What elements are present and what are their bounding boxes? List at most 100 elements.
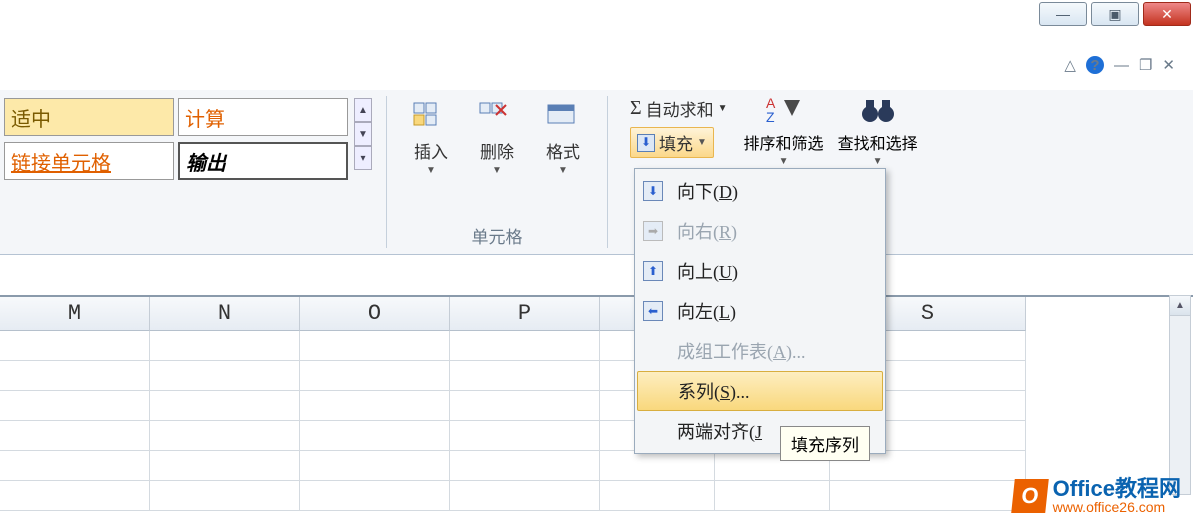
window-restore-icon[interactable]: ❐ xyxy=(1139,56,1152,74)
help-icon[interactable]: ? xyxy=(1086,56,1104,74)
cell[interactable] xyxy=(0,451,150,481)
cell[interactable] xyxy=(0,421,150,451)
watermark-url: www.office26.com xyxy=(1053,500,1181,515)
dropdown-arrow-icon: ▼ xyxy=(873,156,883,167)
insert-button[interactable]: 插入 ▼ xyxy=(405,94,457,178)
cell[interactable] xyxy=(0,361,150,391)
dropdown-arrow-icon: ▼ xyxy=(697,137,707,148)
fill-down-icon: ⬇ xyxy=(637,134,655,152)
blank-icon xyxy=(644,381,664,401)
cell[interactable] xyxy=(300,451,450,481)
fill-label: 填充 xyxy=(659,130,693,155)
maximize-button[interactable]: ▣ xyxy=(1091,2,1139,26)
cell[interactable] xyxy=(715,481,830,511)
cell[interactable] xyxy=(150,361,300,391)
ribbon-collapse-icon[interactable]: △ xyxy=(1064,56,1076,74)
cells-group: 插入 ▼ 删除 ▼ 格式 ▼ 单元格 xyxy=(397,90,597,254)
arrow-down-icon: ⬇ xyxy=(643,181,663,201)
cell[interactable] xyxy=(450,331,600,361)
window-close-icon[interactable]: ✕ xyxy=(1162,56,1175,74)
watermark-brand-zh: 教程网 xyxy=(1115,476,1181,501)
style-calculation[interactable]: 计算 xyxy=(178,98,348,136)
cell[interactable] xyxy=(300,421,450,451)
column-header[interactable]: P xyxy=(450,297,600,331)
format-button[interactable]: 格式 ▼ xyxy=(537,94,589,178)
column-headers: MNOPS xyxy=(0,297,1193,331)
cell[interactable] xyxy=(600,451,715,481)
gallery-down-icon[interactable]: ▼ xyxy=(354,122,372,146)
sort-filter-label: 排序和筛选 xyxy=(744,130,824,154)
minimize-button[interactable]: — xyxy=(1039,2,1087,26)
cell[interactable] xyxy=(300,481,450,511)
dropdown-arrow-icon: ▼ xyxy=(492,165,502,176)
cell[interactable] xyxy=(150,481,300,511)
close-button[interactable]: ✕ xyxy=(1143,2,1191,26)
format-cells-icon xyxy=(541,96,585,136)
table-row xyxy=(0,391,1193,421)
autosum-button[interactable]: Σ 自动求和 ▼ xyxy=(626,94,732,123)
cell[interactable] xyxy=(300,331,450,361)
watermark-logo: O xyxy=(1011,479,1049,513)
blank-icon xyxy=(643,341,663,361)
sort-filter-icon: AZ xyxy=(762,92,806,128)
find-select-label: 查找和选择 xyxy=(838,130,918,154)
scroll-up-icon[interactable]: ▲ xyxy=(1170,296,1190,316)
fill-across-worksheets-item: 成组工作表(A)... xyxy=(637,331,883,371)
cell[interactable] xyxy=(450,481,600,511)
cell[interactable] xyxy=(450,421,600,451)
watermark-brand-en: Office xyxy=(1053,476,1115,501)
fill-button[interactable]: ⬇ 填充 ▼ xyxy=(630,127,714,158)
ribbon-help-row: △ ? — ❐ ✕ xyxy=(1064,56,1175,74)
cell[interactable] xyxy=(0,331,150,361)
window-minimize-icon[interactable]: — xyxy=(1114,57,1129,74)
cell[interactable] xyxy=(150,391,300,421)
table-row xyxy=(0,421,1193,451)
cell[interactable] xyxy=(450,391,600,421)
arrow-left-icon: ⬅ xyxy=(643,301,663,321)
cells-group-label: 单元格 xyxy=(472,223,523,252)
gallery-scroll-buttons: ▲ ▼ ▾ xyxy=(354,98,372,170)
fill-series-item[interactable]: 系列(S)... xyxy=(637,371,883,411)
svg-text:Z: Z xyxy=(766,109,775,125)
fill-left-item[interactable]: ⬅ 向左(L) xyxy=(637,291,883,331)
cell[interactable] xyxy=(150,451,300,481)
arrow-up-icon: ⬆ xyxy=(643,261,663,281)
fill-down-item[interactable]: ⬇ 向下(D) xyxy=(637,171,883,211)
style-output[interactable]: 输出 xyxy=(178,142,348,180)
sigma-icon: Σ xyxy=(630,97,642,120)
watermark: O Office教程网 www.office26.com xyxy=(1013,477,1181,515)
cell[interactable] xyxy=(300,361,450,391)
styles-gallery: 适中 链接单元格 计算 输出 ▲ ▼ ▾ xyxy=(0,90,376,254)
vertical-scrollbar[interactable]: ▲ xyxy=(1169,295,1191,495)
cell[interactable] xyxy=(600,481,715,511)
cell[interactable] xyxy=(150,331,300,361)
binoculars-icon xyxy=(856,92,900,128)
fill-up-item[interactable]: ⬆ 向上(U) xyxy=(637,251,883,291)
cell[interactable] xyxy=(0,481,150,511)
ribbon-separator xyxy=(607,96,608,248)
cell[interactable] xyxy=(450,361,600,391)
ribbon-separator xyxy=(386,96,387,248)
format-label: 格式 xyxy=(546,138,580,163)
gallery-up-icon[interactable]: ▲ xyxy=(354,98,372,122)
window-controls: — ▣ ✕ xyxy=(1039,2,1191,26)
cell[interactable] xyxy=(150,421,300,451)
tooltip: 填充序列 xyxy=(780,426,870,461)
column-header[interactable]: N xyxy=(150,297,300,331)
column-header[interactable]: M xyxy=(0,297,150,331)
delete-label: 删除 xyxy=(480,138,514,163)
blank-icon xyxy=(643,421,663,441)
dropdown-arrow-icon: ▼ xyxy=(558,165,568,176)
dropdown-arrow-icon: ▼ xyxy=(779,156,789,167)
style-moderate[interactable]: 适中 xyxy=(4,98,174,136)
style-linked-cell[interactable]: 链接单元格 xyxy=(4,142,174,180)
delete-button[interactable]: 删除 ▼ xyxy=(471,94,523,178)
dropdown-arrow-icon: ▼ xyxy=(426,165,436,176)
gallery-more-icon[interactable]: ▾ xyxy=(354,146,372,170)
cell[interactable] xyxy=(300,391,450,421)
cell[interactable] xyxy=(0,391,150,421)
table-row xyxy=(0,361,1193,391)
cell[interactable] xyxy=(450,451,600,481)
column-header[interactable]: O xyxy=(300,297,450,331)
cell[interactable] xyxy=(830,481,1026,511)
